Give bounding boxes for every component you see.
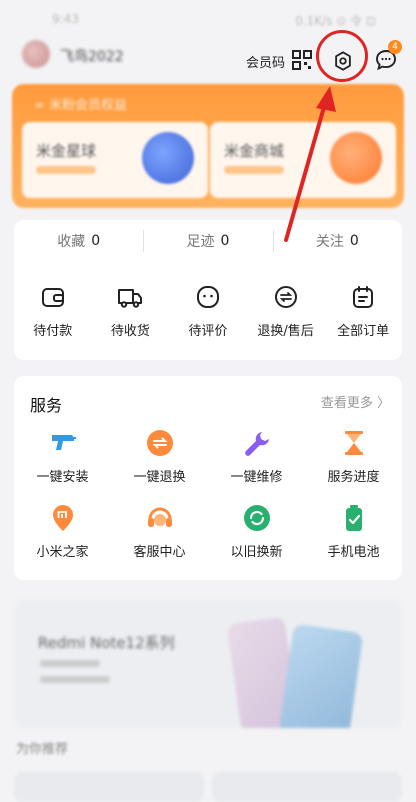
order-label: 待收货	[110, 324, 150, 339]
banner-title: ∞ 米粉会员权益	[34, 98, 127, 113]
order-label: 全部订单	[337, 324, 390, 339]
order-label: 退换/售后	[257, 324, 314, 339]
status-time: 9:43	[52, 12, 79, 26]
service-label: 一键安装	[36, 470, 89, 485]
recycle-icon	[243, 505, 270, 531]
phone-image	[278, 623, 364, 728]
stat-value: 0	[91, 233, 101, 249]
service-label: 一键退换	[133, 470, 186, 485]
stats-row: 收藏 0 足迹 0 关注 0	[14, 220, 402, 262]
member-banner[interactable]: ∞ 米粉会员权益 米金星球 米金商城	[12, 84, 404, 208]
promo-subtitle	[40, 660, 100, 667]
banner-card-subtitle	[36, 166, 96, 174]
service-battery[interactable]: 手机电池	[305, 503, 402, 560]
stat-following[interactable]: 关注 0	[272, 220, 402, 262]
service-progress[interactable]: 服务进度	[305, 428, 402, 485]
avatar[interactable]	[22, 40, 50, 68]
status-indicators: 0.1K/s ⊙ 令 ⊡	[295, 14, 376, 28]
shop-icon	[330, 132, 382, 184]
status-bar: 9:43 0.1K/s ⊙ 令 ⊡	[0, 0, 416, 36]
order-pending-payment[interactable]: 待付款	[14, 284, 92, 339]
banner-card-right[interactable]: 米金商城	[210, 122, 396, 198]
annotation-circle	[316, 30, 368, 82]
service-install[interactable]: 一键安装	[14, 428, 111, 485]
services-grid: 一键安装 一键退换 一键维修 服务进度 小米之家 客服中心 以旧换新 手机电池	[14, 428, 402, 560]
service-label: 以旧换新	[230, 545, 283, 560]
battery-icon	[345, 505, 362, 531]
wallet-icon	[41, 288, 64, 307]
drill-icon	[51, 435, 76, 450]
stat-label: 足迹	[186, 234, 215, 250]
stat-value: 0	[220, 233, 230, 249]
promo-title: Redmi Note12系列	[38, 634, 175, 652]
service-label: 服务进度	[327, 470, 380, 485]
exchange-icon	[274, 286, 297, 308]
wrench-icon	[244, 432, 269, 456]
swap-icon	[146, 430, 173, 456]
service-support[interactable]: 客服中心	[111, 503, 208, 560]
location-pin-icon	[52, 505, 73, 531]
truck-icon	[118, 289, 143, 308]
services-more-link[interactable]: 查看更多 〉	[321, 392, 390, 411]
notification-badge: 4	[388, 40, 402, 54]
service-label: 客服中心	[133, 545, 186, 560]
promo-subtitle-2	[40, 676, 110, 683]
headset-icon	[147, 507, 172, 527]
member-code-link[interactable]: 会员码	[246, 52, 285, 71]
planet-icon	[142, 132, 194, 184]
stat-footprints[interactable]: 足迹 0	[143, 220, 272, 262]
banner-card-title: 米金星球	[36, 142, 97, 160]
service-label: 手机电池	[327, 545, 380, 560]
service-return[interactable]: 一键退换	[111, 428, 208, 485]
username[interactable]: 飞鸟2022	[60, 46, 124, 66]
recommend-heading: 为你推荐	[16, 742, 69, 757]
qr-code-icon[interactable]	[292, 50, 312, 70]
service-mi-home[interactable]: 小米之家	[14, 503, 111, 560]
order-returns[interactable]: 退换/售后	[247, 284, 325, 339]
order-pending-review[interactable]: 待评价	[169, 284, 247, 339]
services-title: 服务	[30, 396, 63, 415]
banner-card-subtitle	[224, 166, 284, 174]
banner-card-title: 米金商城	[224, 142, 285, 160]
stat-label: 关注	[315, 234, 344, 250]
hourglass-icon	[344, 431, 363, 455]
promo-banner[interactable]: Redmi Note12系列	[14, 600, 402, 728]
service-trade-in[interactable]: 以旧换新	[208, 503, 305, 560]
stat-label: 收藏	[57, 234, 86, 250]
order-label: 待付款	[33, 324, 73, 339]
order-card: 收藏 0 足迹 0 关注 0 待付款 待收货 待评价 退换/售后 全部订单	[14, 220, 402, 360]
service-label: 一键维修	[230, 470, 283, 485]
service-repair[interactable]: 一键维修	[208, 428, 305, 485]
recommend-card[interactable]	[14, 772, 204, 802]
banner-card-left[interactable]: 米金星球	[22, 122, 208, 198]
recommend-card[interactable]	[212, 772, 402, 802]
comment-icon	[196, 286, 219, 308]
order-label: 待评价	[188, 324, 228, 339]
service-label: 小米之家	[36, 545, 89, 560]
clipboard-icon	[353, 286, 374, 308]
stat-favorites[interactable]: 收藏 0	[14, 220, 143, 262]
order-all[interactable]: 全部订单	[324, 284, 402, 339]
orders-row: 待付款 待收货 待评价 退换/售后 全部订单	[14, 284, 402, 339]
order-pending-receipt[interactable]: 待收货	[92, 284, 170, 339]
stat-value: 0	[349, 233, 359, 249]
recommend-cards	[14, 772, 402, 802]
services-card: 服务 查看更多 〉 一键安装 一键退换 一键维修 服务进度 小米之家 客服中心 …	[14, 376, 402, 580]
